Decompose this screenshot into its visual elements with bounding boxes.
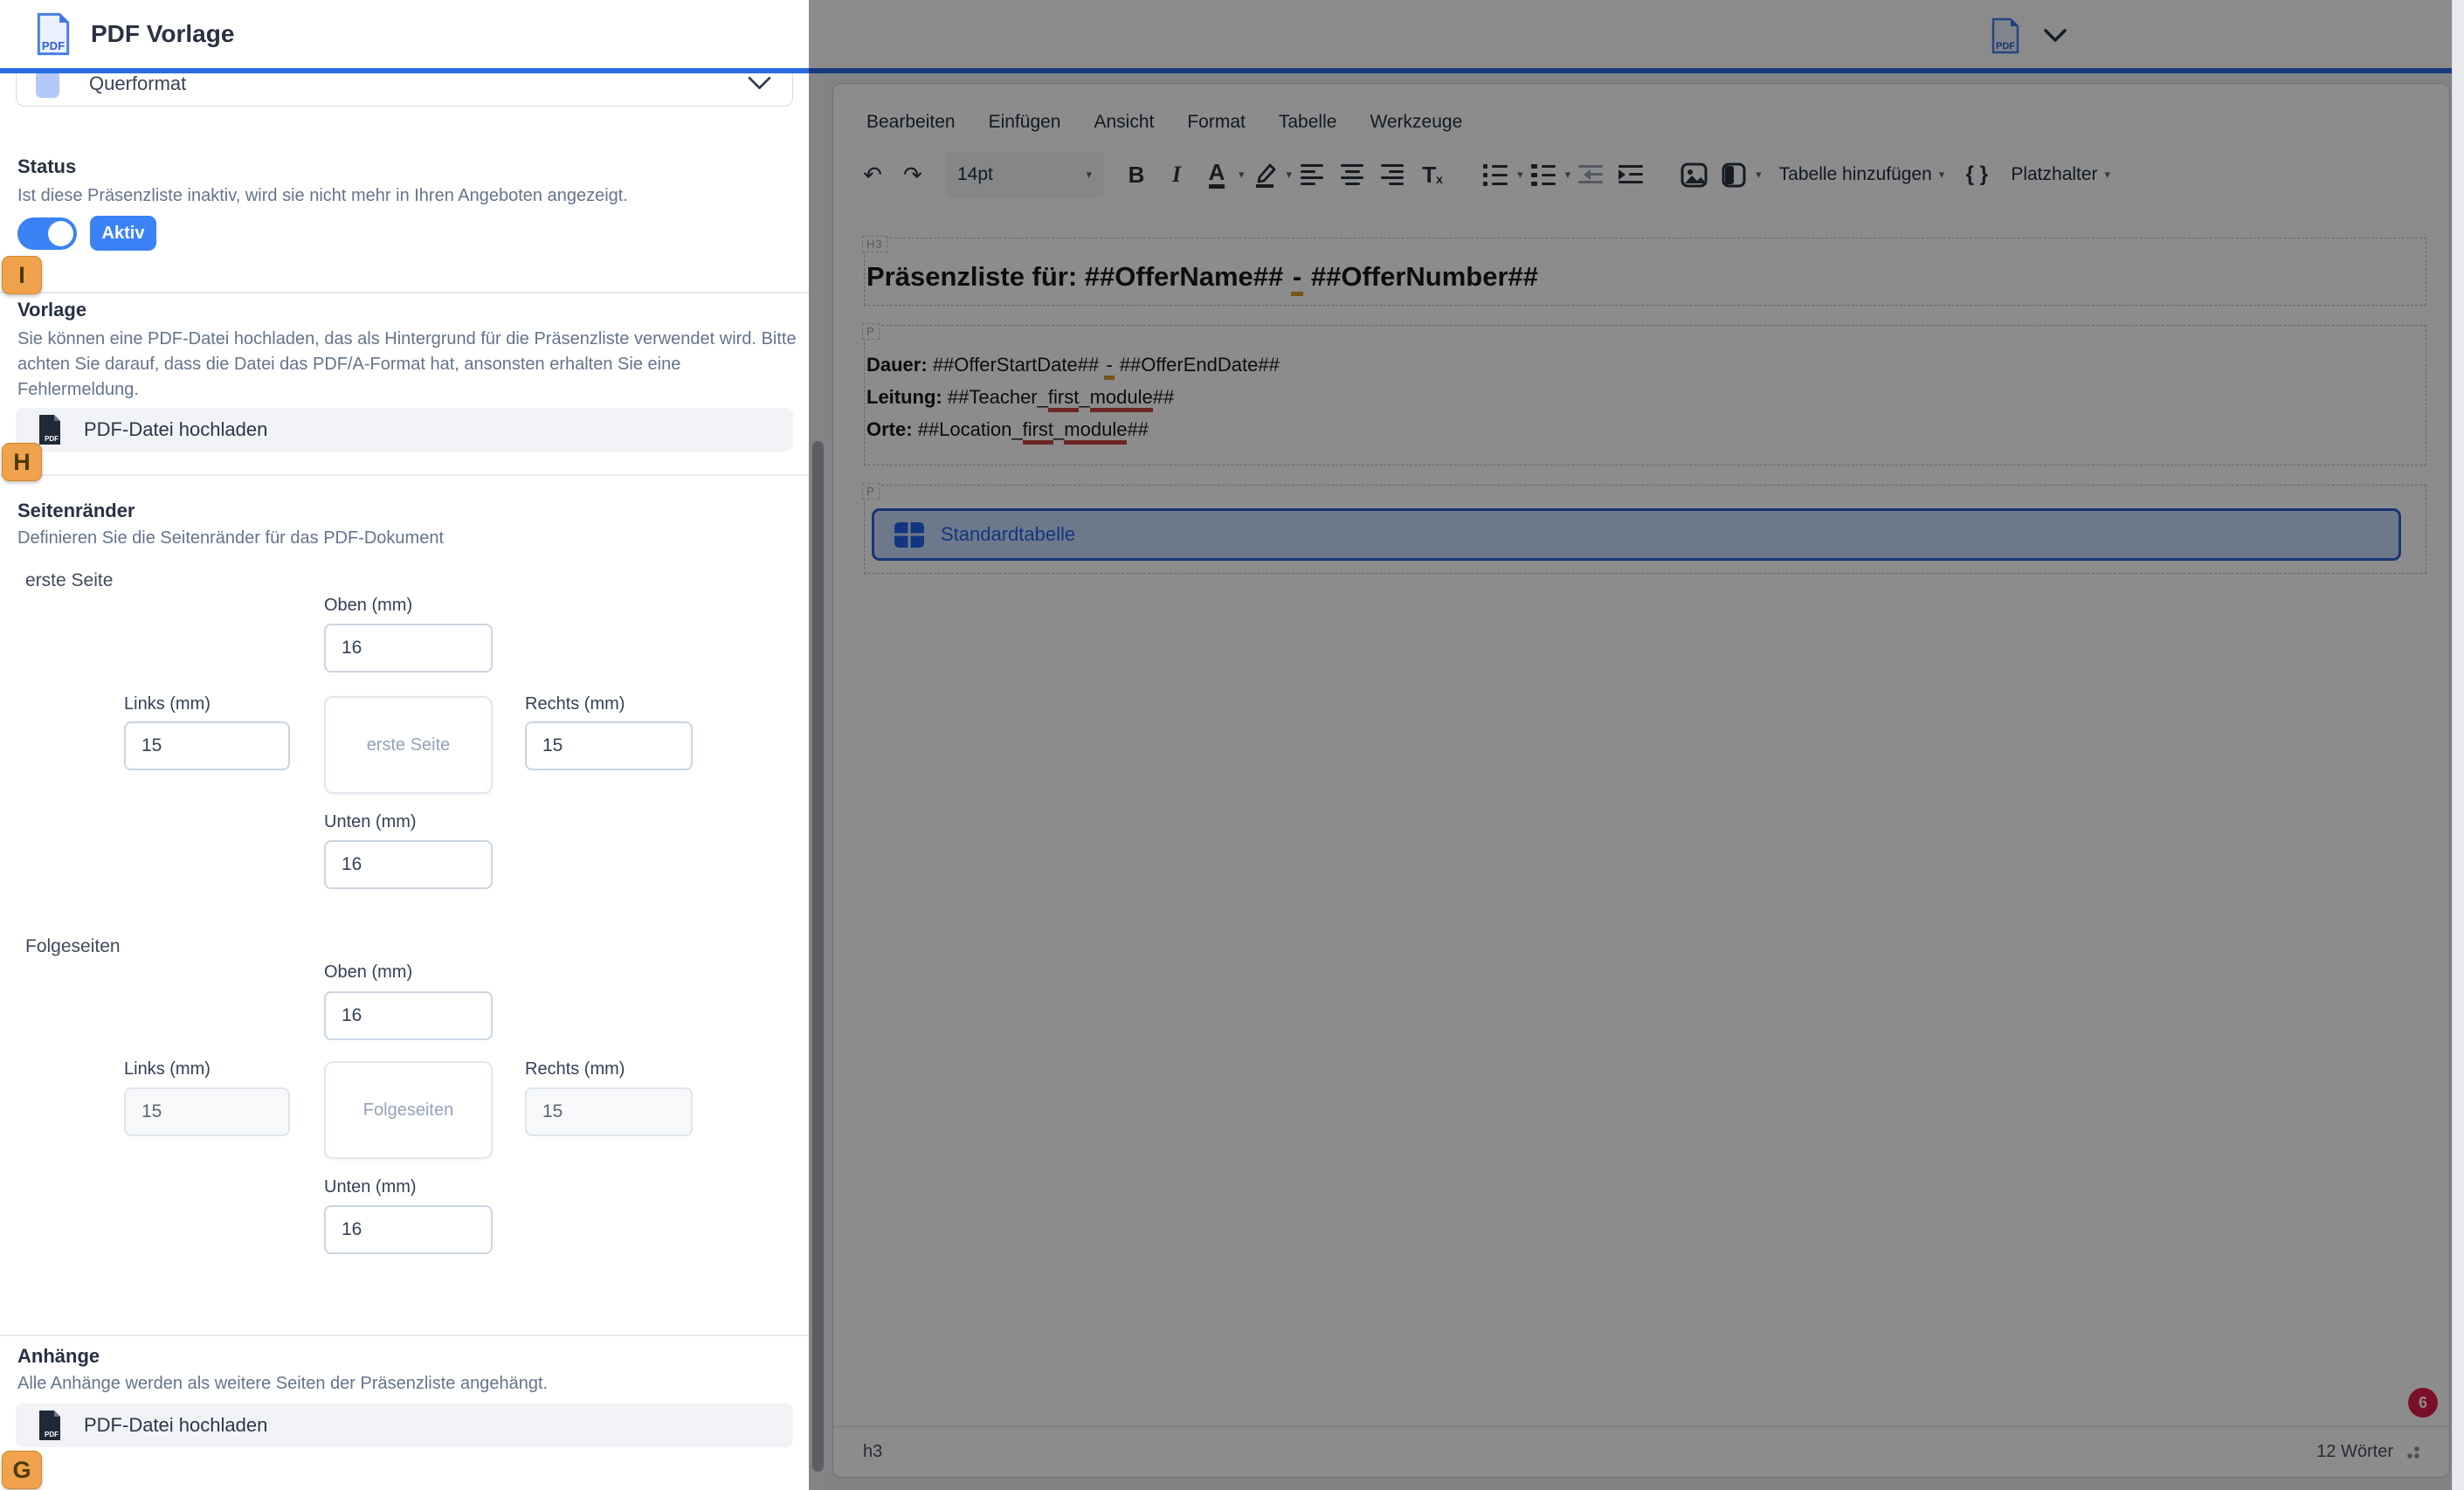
svg-text:PDF: PDF	[45, 435, 59, 443]
folgeseiten-rechts-input[interactable]	[525, 1087, 693, 1136]
folgeseiten-unten-input[interactable]	[324, 1205, 493, 1254]
svg-text:PDF: PDF	[45, 1431, 59, 1438]
rechts-label: Rechts (mm)	[525, 1059, 625, 1080]
oben-label: Oben (mm)	[324, 596, 412, 616]
upload-pdf-button[interactable]: PDF PDF-Datei hochladen	[16, 1404, 793, 1447]
drawer-header: PDF PDF Vorlage	[0, 0, 809, 68]
erste-seite-oben-input[interactable]	[324, 624, 493, 673]
erste-seite-preview: erste Seite	[324, 696, 493, 794]
seitenraender-heading: Seitenränder	[17, 500, 135, 522]
chevron-down-icon	[748, 76, 771, 91]
upload-pdf-label: PDF-Datei hochladen	[84, 418, 267, 441]
upload-pdf-label: PDF-Datei hochladen	[84, 1414, 267, 1437]
orientation-swatch-icon	[36, 71, 59, 98]
anhaenge-description: Alle Anhänge werden als weitere Seiten d…	[17, 1371, 786, 1397]
folgeseiten-group-label: Folgeseiten	[25, 936, 121, 957]
modal-backdrop[interactable]	[809, 0, 2452, 1490]
pdf-file-icon: PDF	[37, 414, 63, 445]
unten-label: Unten (mm)	[324, 812, 417, 832]
pdf-file-icon: PDF	[33, 12, 73, 56]
status-description: Ist diese Präsenzliste inaktiv, wird sie…	[17, 183, 786, 209]
vorlage-heading: Vorlage	[17, 299, 86, 321]
page: PDF Schliessen Speichern Bearbeiten Einf…	[0, 0, 2464, 1490]
erste-seite-rechts-input[interactable]	[525, 721, 693, 770]
folgeseiten-links-input[interactable]	[124, 1087, 290, 1136]
status-heading: Status	[17, 155, 76, 178]
anhaenge-heading: Anhänge	[17, 1345, 100, 1368]
oben-label: Oben (mm)	[324, 962, 412, 983]
pdf-file-icon: PDF	[37, 1410, 63, 1441]
links-label: Links (mm)	[124, 1059, 211, 1080]
vorlage-description: Sie können eine PDF-Datei hochladen, das…	[17, 327, 804, 403]
toggle-knob	[48, 221, 73, 246]
status-badge[interactable]: Aktiv	[90, 216, 156, 251]
links-label: Links (mm)	[124, 694, 211, 714]
pdf-vorlage-drawer: PDF PDF Vorlage Querformat Status Ist di…	[0, 0, 809, 1490]
orientation-value: Querformat	[89, 72, 186, 95]
hint-badge-i: I	[2, 256, 42, 294]
page-scrollbar[interactable]	[2452, 0, 2464, 1490]
rechts-label: Rechts (mm)	[525, 694, 625, 714]
progress-line	[0, 68, 809, 73]
seitenraender-description: Definieren Sie die Seitenränder für das …	[17, 526, 786, 551]
erste-seite-links-input[interactable]	[124, 721, 290, 770]
erste-seite-unten-input[interactable]	[324, 840, 493, 889]
folgeseiten-preview: Folgeseiten	[324, 1061, 493, 1159]
status-toggle[interactable]	[17, 217, 77, 250]
unten-label: Unten (mm)	[324, 1177, 417, 1197]
svg-text:PDF: PDF	[42, 39, 65, 52]
folgeseiten-oben-input[interactable]	[324, 991, 493, 1040]
hint-badge-h: H	[2, 443, 42, 481]
upload-pdf-button[interactable]: PDF PDF-Datei hochladen	[16, 408, 793, 452]
drawer-title: PDF Vorlage	[91, 20, 234, 48]
hint-badge-g: G	[2, 1451, 42, 1489]
erste-seite-group-label: erste Seite	[25, 570, 113, 591]
